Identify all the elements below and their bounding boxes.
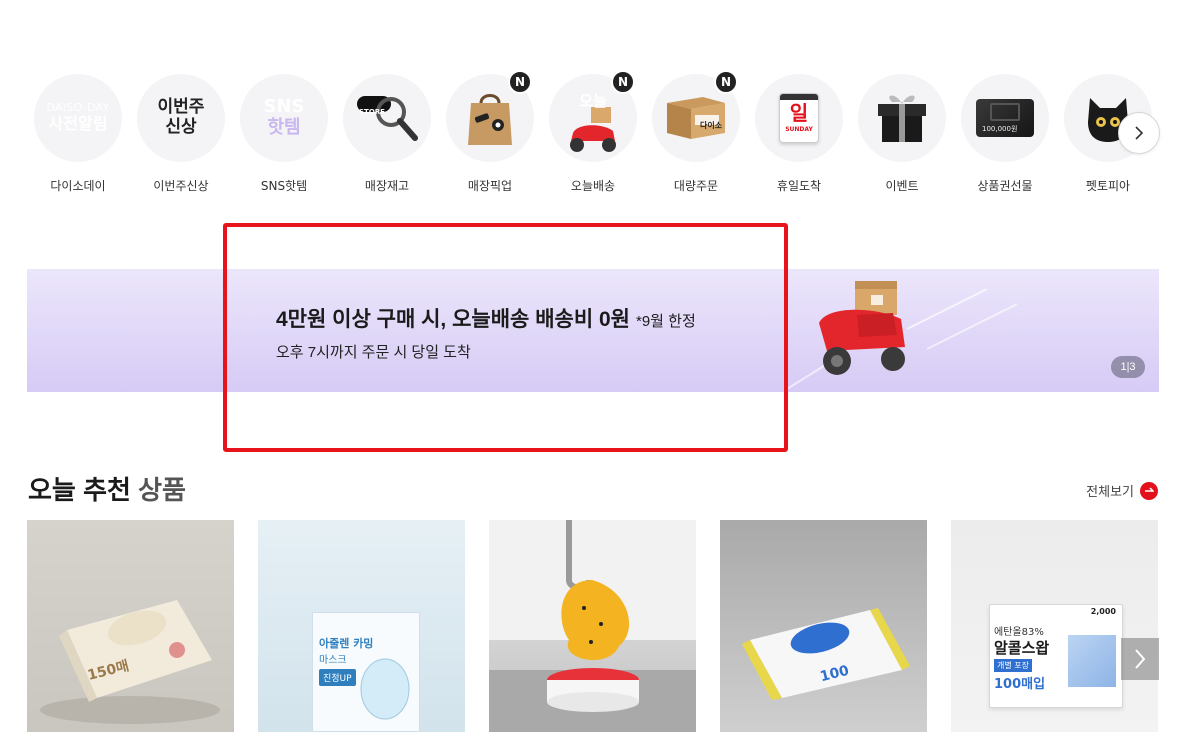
store-stock-circle: STORE xyxy=(343,74,431,162)
category-label: 펫토피아 xyxy=(1085,179,1131,193)
category-label: 상품권선물 xyxy=(977,179,1033,193)
today-delivery-circle: 오늘 N xyxy=(549,70,637,162)
mask-type: 마스크 xyxy=(319,655,347,666)
chevron-right-icon xyxy=(1135,126,1144,140)
daiso-day-circle: DAISO-DAY 사전알림 xyxy=(34,74,122,162)
category-label: 이번주신상 xyxy=(153,179,209,193)
swab-price: 2,000 xyxy=(1090,607,1116,616)
new-badge: N xyxy=(508,70,532,94)
category-label: 다이소데이 xyxy=(50,179,106,193)
chevron-right-icon xyxy=(1135,649,1146,669)
gift-card-circle: 100,000원 xyxy=(961,74,1049,162)
mask-package: 아줄렌 카밍 마스크 진정UP xyxy=(312,612,420,732)
fly-trap-image xyxy=(489,520,696,732)
section-title-main: 오늘 추천 xyxy=(28,475,131,505)
box-label-text: 다이소 xyxy=(700,121,723,130)
gift-card-amount: 100,000원 xyxy=(982,125,1018,133)
category-label: 이벤트 xyxy=(885,179,919,193)
category-new-arrivals[interactable]: 이번주 신상 이번주신상 xyxy=(136,74,226,194)
arrow-right-icon xyxy=(1140,481,1158,500)
new-arrivals-line2: 신상 xyxy=(165,117,197,137)
section-title: 오늘 추천 상품 xyxy=(28,470,186,507)
sns-line2: 핫템 xyxy=(267,117,301,138)
store-pickup-circle: N xyxy=(446,70,534,162)
category-carousel: DAISO-DAY 사전알림 다이소데이 이번주 신상 이번주신상 SNS 핫템… xyxy=(28,70,1160,204)
category-label: 대량주문 xyxy=(673,179,719,193)
wipes-blue-image xyxy=(742,608,910,700)
category-daiso-day[interactable]: DAISO-DAY 사전알림 다이소데이 xyxy=(33,74,123,194)
new-badge: N xyxy=(611,70,635,94)
category-bulk-order[interactable]: 다이소 N 대량주문 xyxy=(651,70,741,194)
new-arrivals-line1: 이번주 xyxy=(157,97,205,118)
sns-line1: SNS xyxy=(263,96,305,118)
magnifier-icon xyxy=(357,96,418,141)
swab-count: 100매입 xyxy=(994,677,1046,692)
category-holiday-delivery[interactable]: 일 SUNDAY 휴일도착 xyxy=(754,74,844,194)
event-circle xyxy=(858,74,946,162)
new-badge: N xyxy=(714,70,738,94)
product-carousel: 150매 아줄렌 카밍 마스크 진정UP 100 2,000 에탄올83% 알콜… xyxy=(27,520,1159,732)
product-card[interactable] xyxy=(489,520,696,732)
category-label: 매장재고 xyxy=(364,179,410,193)
category-next-button[interactable] xyxy=(1118,112,1160,154)
face-mask-icon xyxy=(360,658,410,720)
swab-box: 2,000 에탄올83% 알콜스왑 개별 포장 100매입 xyxy=(989,604,1123,708)
section-title-accent: 상품 xyxy=(138,475,186,505)
category-store-stock[interactable]: STORE 매장재고 xyxy=(342,74,432,194)
banner-title-text: 4만원 이상 구매 시, 오늘배송 배송비 0원 xyxy=(276,308,630,331)
product-card[interactable]: 150매 xyxy=(27,520,234,732)
category-label: 매장픽업 xyxy=(467,179,513,193)
promo-banner[interactable]: 4만원 이상 구매 시, 오늘배송 배송비 0원 *9월 한정 오후 7시까지 주… xyxy=(27,269,1159,392)
store-tag-text: STORE xyxy=(359,108,385,116)
banner-note: *9월 한정 xyxy=(636,313,696,330)
view-all-link[interactable]: 전체보기 xyxy=(1086,481,1158,500)
daiso-day-title: 사전알림 xyxy=(48,114,108,134)
sns-hot-circle: SNS 핫템 xyxy=(240,74,328,162)
swab-name: 알콜스왑 xyxy=(994,639,1050,657)
category-event[interactable]: 이벤트 xyxy=(857,74,947,194)
banner-subtitle: 오후 7시까지 주문 시 당일 도착 xyxy=(276,344,471,361)
wet-wipes-image xyxy=(40,600,220,724)
category-label: SNS핫템 xyxy=(260,179,308,193)
gift-box-icon xyxy=(878,95,926,142)
product-card[interactable]: 2,000 에탄올83% 알콜스왑 개별 포장 100매입 xyxy=(951,520,1158,732)
calendar-icon: 일 SUNDAY xyxy=(779,93,819,143)
category-label: 휴일도착 xyxy=(776,179,822,193)
category-gift-card[interactable]: 100,000원 상품권선물 xyxy=(960,74,1050,194)
category-label: 오늘배송 xyxy=(570,179,616,193)
shopping-bag-icon xyxy=(468,94,512,145)
category-sns-hot[interactable]: SNS 핫템 SNS핫템 xyxy=(239,74,329,194)
product-card[interactable]: 100 xyxy=(720,520,927,732)
delivery-scooter-icon xyxy=(570,107,616,152)
banner-title: 4만원 이상 구매 시, 오늘배송 배송비 0원 *9월 한정 xyxy=(276,303,696,333)
product-next-button[interactable] xyxy=(1121,638,1159,680)
box-icon xyxy=(667,97,725,139)
swab-tag: 개별 포장 xyxy=(994,659,1032,672)
mask-tag: 진정UP xyxy=(319,669,356,686)
banner-pager[interactable]: 1|3 xyxy=(1111,356,1145,378)
product-card[interactable]: 아줄렌 카밍 마스크 진정UP xyxy=(258,520,465,732)
mask-name: 아줄렌 카밍 xyxy=(319,637,374,650)
category-today-delivery[interactable]: 오늘 N 오늘배송 xyxy=(548,70,638,194)
new-arrivals-circle: 이번주 신상 xyxy=(137,74,225,162)
bulk-order-circle: 다이소 N xyxy=(652,70,740,162)
gift-card-icon: 100,000원 xyxy=(976,99,1034,137)
category-store-pickup[interactable]: N 매장픽업 xyxy=(445,70,535,194)
view-all-label: 전체보기 xyxy=(1086,484,1134,499)
delivery-scooter-icon xyxy=(819,281,905,375)
holiday-circle: 일 SUNDAY xyxy=(755,74,843,162)
calendar-day: 일 xyxy=(789,101,809,125)
calendar-weekday: SUNDAY xyxy=(785,126,813,133)
swab-percentage: 에탄올83% xyxy=(994,627,1044,638)
